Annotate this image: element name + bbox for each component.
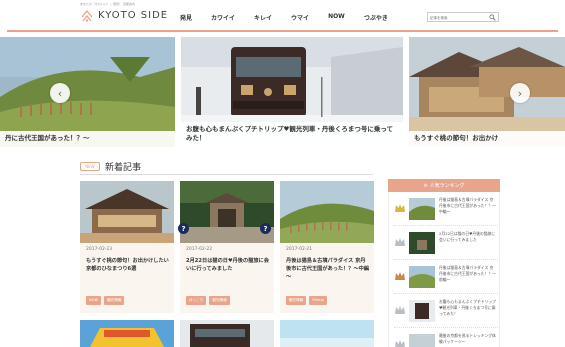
chevron-right-icon: › — [517, 86, 523, 100]
article-card[interactable]: 2017-02-23 もうすぐ桃の節句！お出かけしたい京都のひなまつり6選 NO… — [80, 181, 174, 313]
nav-item-kawaii[interactable]: カワイイ — [211, 13, 235, 22]
nav-item-tsubuyaki[interactable]: つぶやき — [364, 13, 388, 22]
ranking-thumbnail[interactable] — [409, 334, 435, 347]
ranking-title[interactable]: 最後の京都を巡るトレッキング体験パッケージ～ — [439, 333, 497, 345]
article-date: 2017-02-23 — [86, 247, 113, 252]
search-box — [427, 12, 499, 22]
article-thumbnail[interactable] — [80, 181, 174, 243]
slide-hinamatsuri[interactable]: もうすぐ桃の節句！お出かけ — [409, 37, 565, 147]
featured-slider: 丹に古代王国があった！？～ お腹も心もまんぷくプチトリップ♥観光列車・丹後くろま… — [0, 37, 565, 147]
nav-item-discover[interactable]: 発見 — [180, 13, 192, 22]
section-divider — [80, 174, 373, 175]
tag-link[interactable]: NOW — [86, 296, 102, 305]
ranking-item[interactable]: 丹後は猫島＆古墳パラダイス 京丹後市に古代王国があった！？～中編～ — [394, 194, 498, 226]
article-title[interactable]: 丹後は猫島＆古墳パラダイス 京丹後市に古代王国があった！？～中編～ — [286, 257, 370, 281]
crown-icon — [395, 272, 405, 280]
ranking-thumbnail[interactable] — [409, 198, 435, 220]
search-input[interactable] — [430, 14, 488, 21]
slider-next-button[interactable]: › — [510, 83, 530, 103]
ranking-title[interactable]: 丹後は猫島＆古墳パラダイス 京丹後市に古代王国があった！？～中編～ — [439, 197, 497, 215]
slide-caption: 丹に古代王国があった！？～ — [0, 131, 175, 147]
crown-icon — [395, 238, 405, 246]
nav-item-now[interactable]: NOW — [328, 13, 345, 22]
slide-caption: もうすぐ桃の節句！お出かけ — [409, 131, 565, 147]
article-title[interactable]: 2月22日は猫の日♥丹後の猫旅に会いに行ってみました — [186, 257, 270, 273]
tag-link[interactable]: ほっこり — [186, 296, 207, 305]
ranking-thumbnail[interactable] — [409, 300, 435, 322]
slide-caption: お腹も心もまんぷくプチトリップ♥観光列車・丹後くろまつ号に乗ってみた！ — [181, 122, 403, 147]
crown-icon — [395, 204, 405, 212]
tag-link[interactable]: 観光情報 — [104, 296, 125, 305]
ranking-item[interactable]: 最後の京都を巡るトレッキング体験パッケージ～ — [394, 330, 498, 347]
slide-kofun[interactable]: 丹に古代王国があった！？～ — [0, 37, 175, 147]
header-divider — [7, 30, 558, 32]
crown-icon — [395, 306, 405, 314]
article-title[interactable]: もうすぐ桃の節句！お出かけしたい京都のひなまつり6選 — [86, 257, 170, 273]
logo-mark-icon[interactable] — [80, 9, 94, 23]
ranking-item[interactable]: 丹後は猫島＆古墳パラダイス 京丹後市に古代王国があった！？～前編～ — [394, 262, 498, 294]
article-tags: 観光情報 Pickup — [286, 296, 330, 305]
article-thumbnail[interactable] — [280, 320, 374, 347]
nav-item-kirei[interactable]: キレイ — [254, 13, 272, 22]
site-tagline: あなたの「かわいい！」発見！ 京都案内 — [80, 2, 135, 6]
article-card[interactable]: 2017-02-21 丹後は猫島＆古墳パラダイス 京丹後市に古代王国があった！？… — [280, 181, 374, 313]
article-date: 2017-02-21 — [286, 247, 313, 252]
article-thumbnail[interactable] — [180, 181, 274, 243]
slide-kuromatsu-train[interactable]: お腹も心もまんぷくプチトリップ♥観光列車・丹後くろまつ号に乗ってみた！ — [181, 37, 403, 147]
slider-prev-button[interactable]: ‹ — [50, 83, 70, 103]
article-thumbnail[interactable] — [180, 320, 274, 347]
tag-link[interactable]: 観光情報 — [286, 296, 307, 305]
tag-link[interactable]: Pickup — [309, 296, 327, 305]
article-tags: NOW 観光情報 — [86, 296, 127, 305]
new-badge: NEW — [80, 162, 100, 171]
main-nav: 発見 カワイイ キレイ ウマイ NOW つぶやき — [180, 13, 407, 22]
ranking-item[interactable]: 2月22日は猫の日♥丹後の猫旅に会いに行ってみました — [394, 228, 498, 260]
article-tags: ほっこり 観光情報 — [186, 296, 233, 305]
ranking-thumbnail[interactable] — [409, 266, 435, 288]
article-thumbnail[interactable] — [80, 320, 174, 347]
help-badge[interactable]: ? — [178, 223, 189, 234]
ranking-title[interactable]: お腹も心もまんぷくプチトリップ♥観光列車・丹後くろまつ号に乗ってみた！ — [439, 299, 497, 317]
article-thumbnail[interactable] — [280, 181, 374, 243]
site-logo-text[interactable]: KYOTO SIDE — [98, 10, 168, 21]
article-date: 2017-02-22 — [186, 247, 213, 252]
ranking-title[interactable]: 丹後は猫島＆古墳パラダイス 京丹後市に古代王国があった！？～前編～ — [439, 265, 497, 283]
article-card[interactable]: ? ? 2017-02-22 2月22日は猫の日♥丹後の猫旅に会いに行ってみまし… — [178, 181, 274, 313]
section-title: 新着記事 — [105, 163, 142, 173]
ranking-header: ♔ 人気ランキング — [388, 179, 500, 192]
ranking-title[interactable]: 2月22日は猫の日♥丹後の猫旅に会いに行ってみました — [439, 231, 497, 243]
nav-item-umai[interactable]: ウマイ — [291, 13, 309, 22]
site-header: あなたの「かわいい！」発見！ 京都案内 KYOTO SIDE 発見 カワイイ キ… — [0, 0, 565, 34]
search-icon[interactable] — [489, 14, 496, 21]
ranking-item[interactable]: お腹も心もまんぷくプチトリップ♥観光列車・丹後くろまつ号に乗ってみた！ — [394, 296, 498, 328]
chevron-left-icon: ‹ — [57, 86, 63, 100]
ranking-thumbnail[interactable] — [409, 232, 435, 254]
tag-link[interactable]: 観光情報 — [209, 296, 230, 305]
crown-icon — [395, 340, 405, 347]
help-badge[interactable]: ? — [260, 223, 271, 234]
ranking-list: 丹後は猫島＆古墳パラダイス 京丹後市に古代王国があった！？～中編～ 2月22日は… — [388, 192, 500, 347]
